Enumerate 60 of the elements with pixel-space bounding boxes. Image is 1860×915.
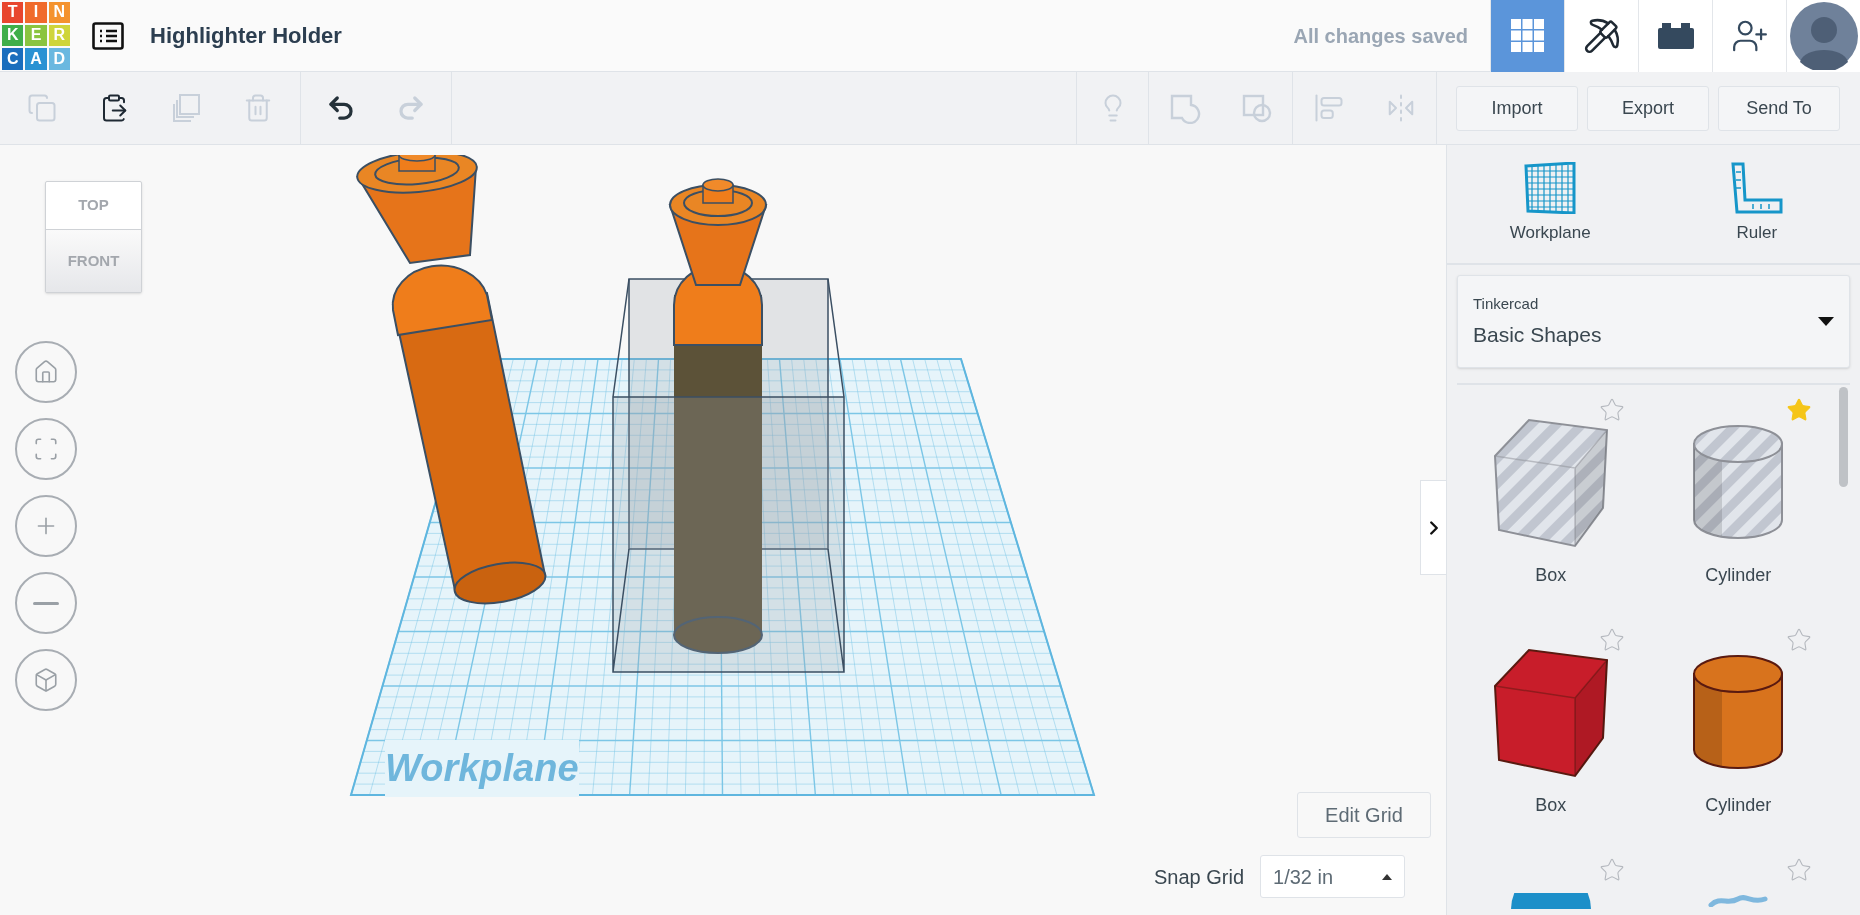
snap-grid-label: Snap Grid (1154, 864, 1245, 890)
nav-button[interactable] (1712, 0, 1786, 72)
shape-label: Cylinder (1705, 564, 1772, 587)
home-icon (33, 359, 59, 385)
ruler-button[interactable]: Ruler (1653, 145, 1860, 263)
shape-tile[interactable]: Box (1457, 615, 1645, 841)
avatar-icon (1789, 1, 1858, 70)
logo-letter: A (25, 48, 47, 70)
avatar-button[interactable] (1786, 0, 1860, 72)
shape-tile[interactable]: Cylinder (1644, 385, 1832, 611)
nav-button[interactable] (1564, 0, 1638, 72)
nav-button[interactable] (1638, 0, 1712, 72)
library-selection: Basic Shapes (1473, 322, 1602, 348)
duplicate-icon (170, 92, 202, 124)
panel-toggle[interactable] (1420, 480, 1446, 575)
scrollbar-thumb[interactable] (1839, 387, 1848, 487)
trash-icon (243, 93, 273, 123)
toolbar-button[interactable]: Import (1456, 85, 1578, 131)
cube-front-face: FRONT (46, 230, 141, 292)
logo-letter: R (48, 24, 70, 47)
logo-letter: E (25, 24, 47, 47)
shape-label: Box (1535, 794, 1567, 817)
logo-letter: K (2, 24, 24, 47)
logo-letter: D (48, 48, 70, 70)
project-title[interactable]: Highlighter Holder (150, 19, 342, 52)
tinkercad-logo[interactable]: T I N K E R C A D (2, 1, 70, 70)
list-icon (92, 21, 124, 50)
toolbar-button[interactable]: Send To (1718, 85, 1840, 131)
fit-view-icon (33, 436, 59, 462)
zoom-out-icon (33, 601, 59, 605)
redo-icon (396, 93, 426, 123)
ruler-icon (1730, 162, 1783, 215)
brick-icon (1657, 22, 1694, 49)
edit-grid-button[interactable]: Edit Grid (1297, 792, 1431, 838)
undo-icon (326, 93, 356, 123)
shape-tile[interactable]: Box (1457, 385, 1645, 611)
snap-grid-select[interactable]: 1/32 in (1260, 855, 1406, 898)
logo-letter: T (2, 1, 24, 23)
grid-plane-icon (1524, 162, 1577, 215)
library-source: Tinkercad (1473, 293, 1539, 314)
logo-letter: I (25, 1, 47, 23)
ungroup-icon (1240, 92, 1273, 124)
cube-icon (33, 667, 59, 693)
pickaxe-icon (1582, 16, 1621, 55)
caret-down-icon (1818, 317, 1834, 326)
workplane-button[interactable]: Workplane (1447, 145, 1654, 263)
shape-tile[interactable]: Cylinder (1644, 615, 1832, 841)
toolbar-button[interactable]: Export (1587, 85, 1709, 131)
workplane-label: Workplane (385, 740, 579, 797)
align-icon (1314, 93, 1344, 123)
shape-label: Cylinder (1705, 794, 1772, 817)
save-status: All changes saved (1293, 23, 1468, 49)
shape-label: Box (1535, 564, 1567, 587)
group-icon (1169, 92, 1201, 124)
logo-letter: C (2, 48, 24, 70)
caret-up-icon (1382, 873, 1393, 880)
library-dropdown[interactable]: Tinkercad Basic Shapes (1457, 275, 1850, 368)
grid-icon (1510, 18, 1545, 53)
copy-icon (27, 93, 57, 123)
logo-letter: N (48, 1, 70, 23)
